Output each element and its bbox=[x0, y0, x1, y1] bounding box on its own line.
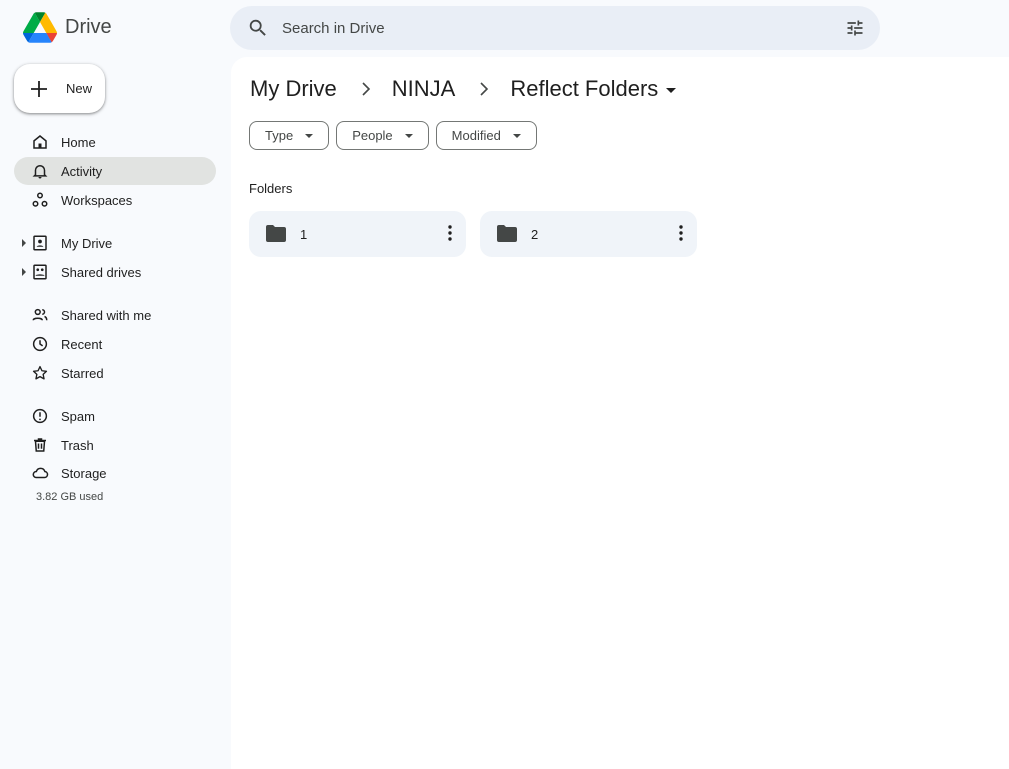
chip-label: People bbox=[352, 128, 393, 143]
sidebar-item-label: My Drive bbox=[61, 236, 113, 251]
plus-icon bbox=[31, 80, 47, 97]
sidebar-item-label: Spam bbox=[61, 409, 95, 424]
folder-card[interactable]: 2 bbox=[480, 211, 697, 257]
sidebar-item-shared-drives[interactable]: Shared drives bbox=[14, 258, 216, 286]
filter-people-chip[interactable]: People bbox=[336, 121, 429, 150]
breadcrumb-current-folder[interactable]: Reflect Folders bbox=[510, 76, 677, 102]
sidebar-item-trash[interactable]: Trash bbox=[14, 431, 216, 459]
sidebar-item-my-drive[interactable]: My Drive bbox=[14, 229, 216, 257]
search-bar[interactable]: Search in Drive bbox=[230, 6, 880, 50]
main-panel: My Drive NINJA Reflect Folders Type Peop… bbox=[231, 57, 1009, 769]
caret-down-icon bbox=[666, 87, 677, 93]
chip-label: Modified bbox=[451, 128, 501, 143]
sidebar-item-label: Storage bbox=[61, 466, 107, 481]
sidebar-item-label: Shared with me bbox=[61, 308, 152, 323]
sidebar-item-recent[interactable]: Recent bbox=[14, 330, 216, 358]
sidebar-item-shared-with-me[interactable]: Shared with me bbox=[14, 301, 216, 329]
sidebar-item-storage[interactable]: Storage bbox=[14, 459, 216, 487]
sidebar-item-label: Recent bbox=[61, 337, 103, 352]
workspaces-icon bbox=[32, 192, 48, 207]
expand-arrow-icon[interactable] bbox=[22, 239, 26, 247]
breadcrumb-my-drive[interactable]: My Drive bbox=[250, 76, 337, 102]
clock-icon bbox=[32, 336, 48, 352]
new-button[interactable]: New bbox=[14, 64, 105, 113]
sidebar-item-label: Starred bbox=[61, 366, 104, 381]
sidebar-item-label: Home bbox=[61, 135, 96, 150]
sidebar-item-label: Workspaces bbox=[61, 193, 133, 208]
sidebar-item-activity[interactable]: Activity bbox=[14, 157, 216, 185]
new-button-label: New bbox=[66, 81, 93, 96]
more-vert-icon[interactable] bbox=[448, 225, 452, 241]
drive-logo-icon bbox=[23, 12, 57, 43]
folder-icon bbox=[497, 225, 517, 242]
sidebar-item-spam[interactable]: Spam bbox=[14, 402, 216, 430]
people-icon bbox=[32, 308, 48, 321]
caret-down-icon bbox=[404, 133, 413, 138]
cloud-icon bbox=[32, 467, 49, 479]
sidebar-item-starred[interactable]: Starred bbox=[14, 359, 216, 387]
home-icon bbox=[33, 135, 47, 149]
breadcrumb-ninja[interactable]: NINJA bbox=[392, 76, 456, 102]
folder-grid: 1 2 bbox=[249, 211, 711, 257]
sidebar-item-home[interactable]: Home bbox=[14, 128, 216, 156]
bell-icon bbox=[32, 165, 48, 179]
folder-card[interactable]: 1 bbox=[249, 211, 466, 257]
expand-arrow-icon[interactable] bbox=[22, 268, 26, 276]
filter-type-chip[interactable]: Type bbox=[249, 121, 330, 150]
folders-section-title: Folders bbox=[249, 181, 293, 196]
sidebar-item-label: Activity bbox=[61, 164, 103, 179]
search-icon[interactable] bbox=[247, 17, 269, 39]
my-drive-icon bbox=[33, 235, 47, 251]
app-name: Drive bbox=[65, 16, 112, 38]
chevron-right-icon bbox=[362, 82, 370, 96]
sidebar-item-workspaces[interactable]: Workspaces bbox=[14, 186, 216, 214]
folder-icon bbox=[266, 225, 286, 242]
search-input[interactable]: Search in Drive bbox=[282, 20, 385, 37]
breadcrumb-current-label: Reflect Folders bbox=[510, 76, 659, 101]
folder-name: 2 bbox=[531, 227, 539, 242]
shared-drives-icon bbox=[33, 264, 47, 280]
filter-modified-chip[interactable]: Modified bbox=[435, 121, 537, 150]
trash-icon bbox=[34, 438, 46, 452]
more-vert-icon[interactable] bbox=[679, 225, 683, 241]
star-icon bbox=[32, 365, 48, 380]
chip-label: Type bbox=[265, 128, 294, 143]
folder-name: 1 bbox=[300, 227, 308, 242]
breadcrumb: My Drive NINJA Reflect Folders bbox=[250, 76, 677, 102]
sidebar-item-label: Shared drives bbox=[61, 265, 142, 280]
caret-down-icon bbox=[512, 133, 521, 138]
spam-icon bbox=[32, 408, 48, 424]
sidebar-item-label: Trash bbox=[61, 438, 94, 453]
chevron-right-icon bbox=[480, 82, 489, 96]
filter-chips: Type People Modified bbox=[249, 121, 544, 150]
search-options-icon[interactable] bbox=[844, 18, 866, 38]
storage-used-text: 3.82 GB used bbox=[36, 491, 104, 503]
caret-down-icon bbox=[305, 133, 314, 138]
drive-logo[interactable]: Drive bbox=[23, 12, 112, 43]
